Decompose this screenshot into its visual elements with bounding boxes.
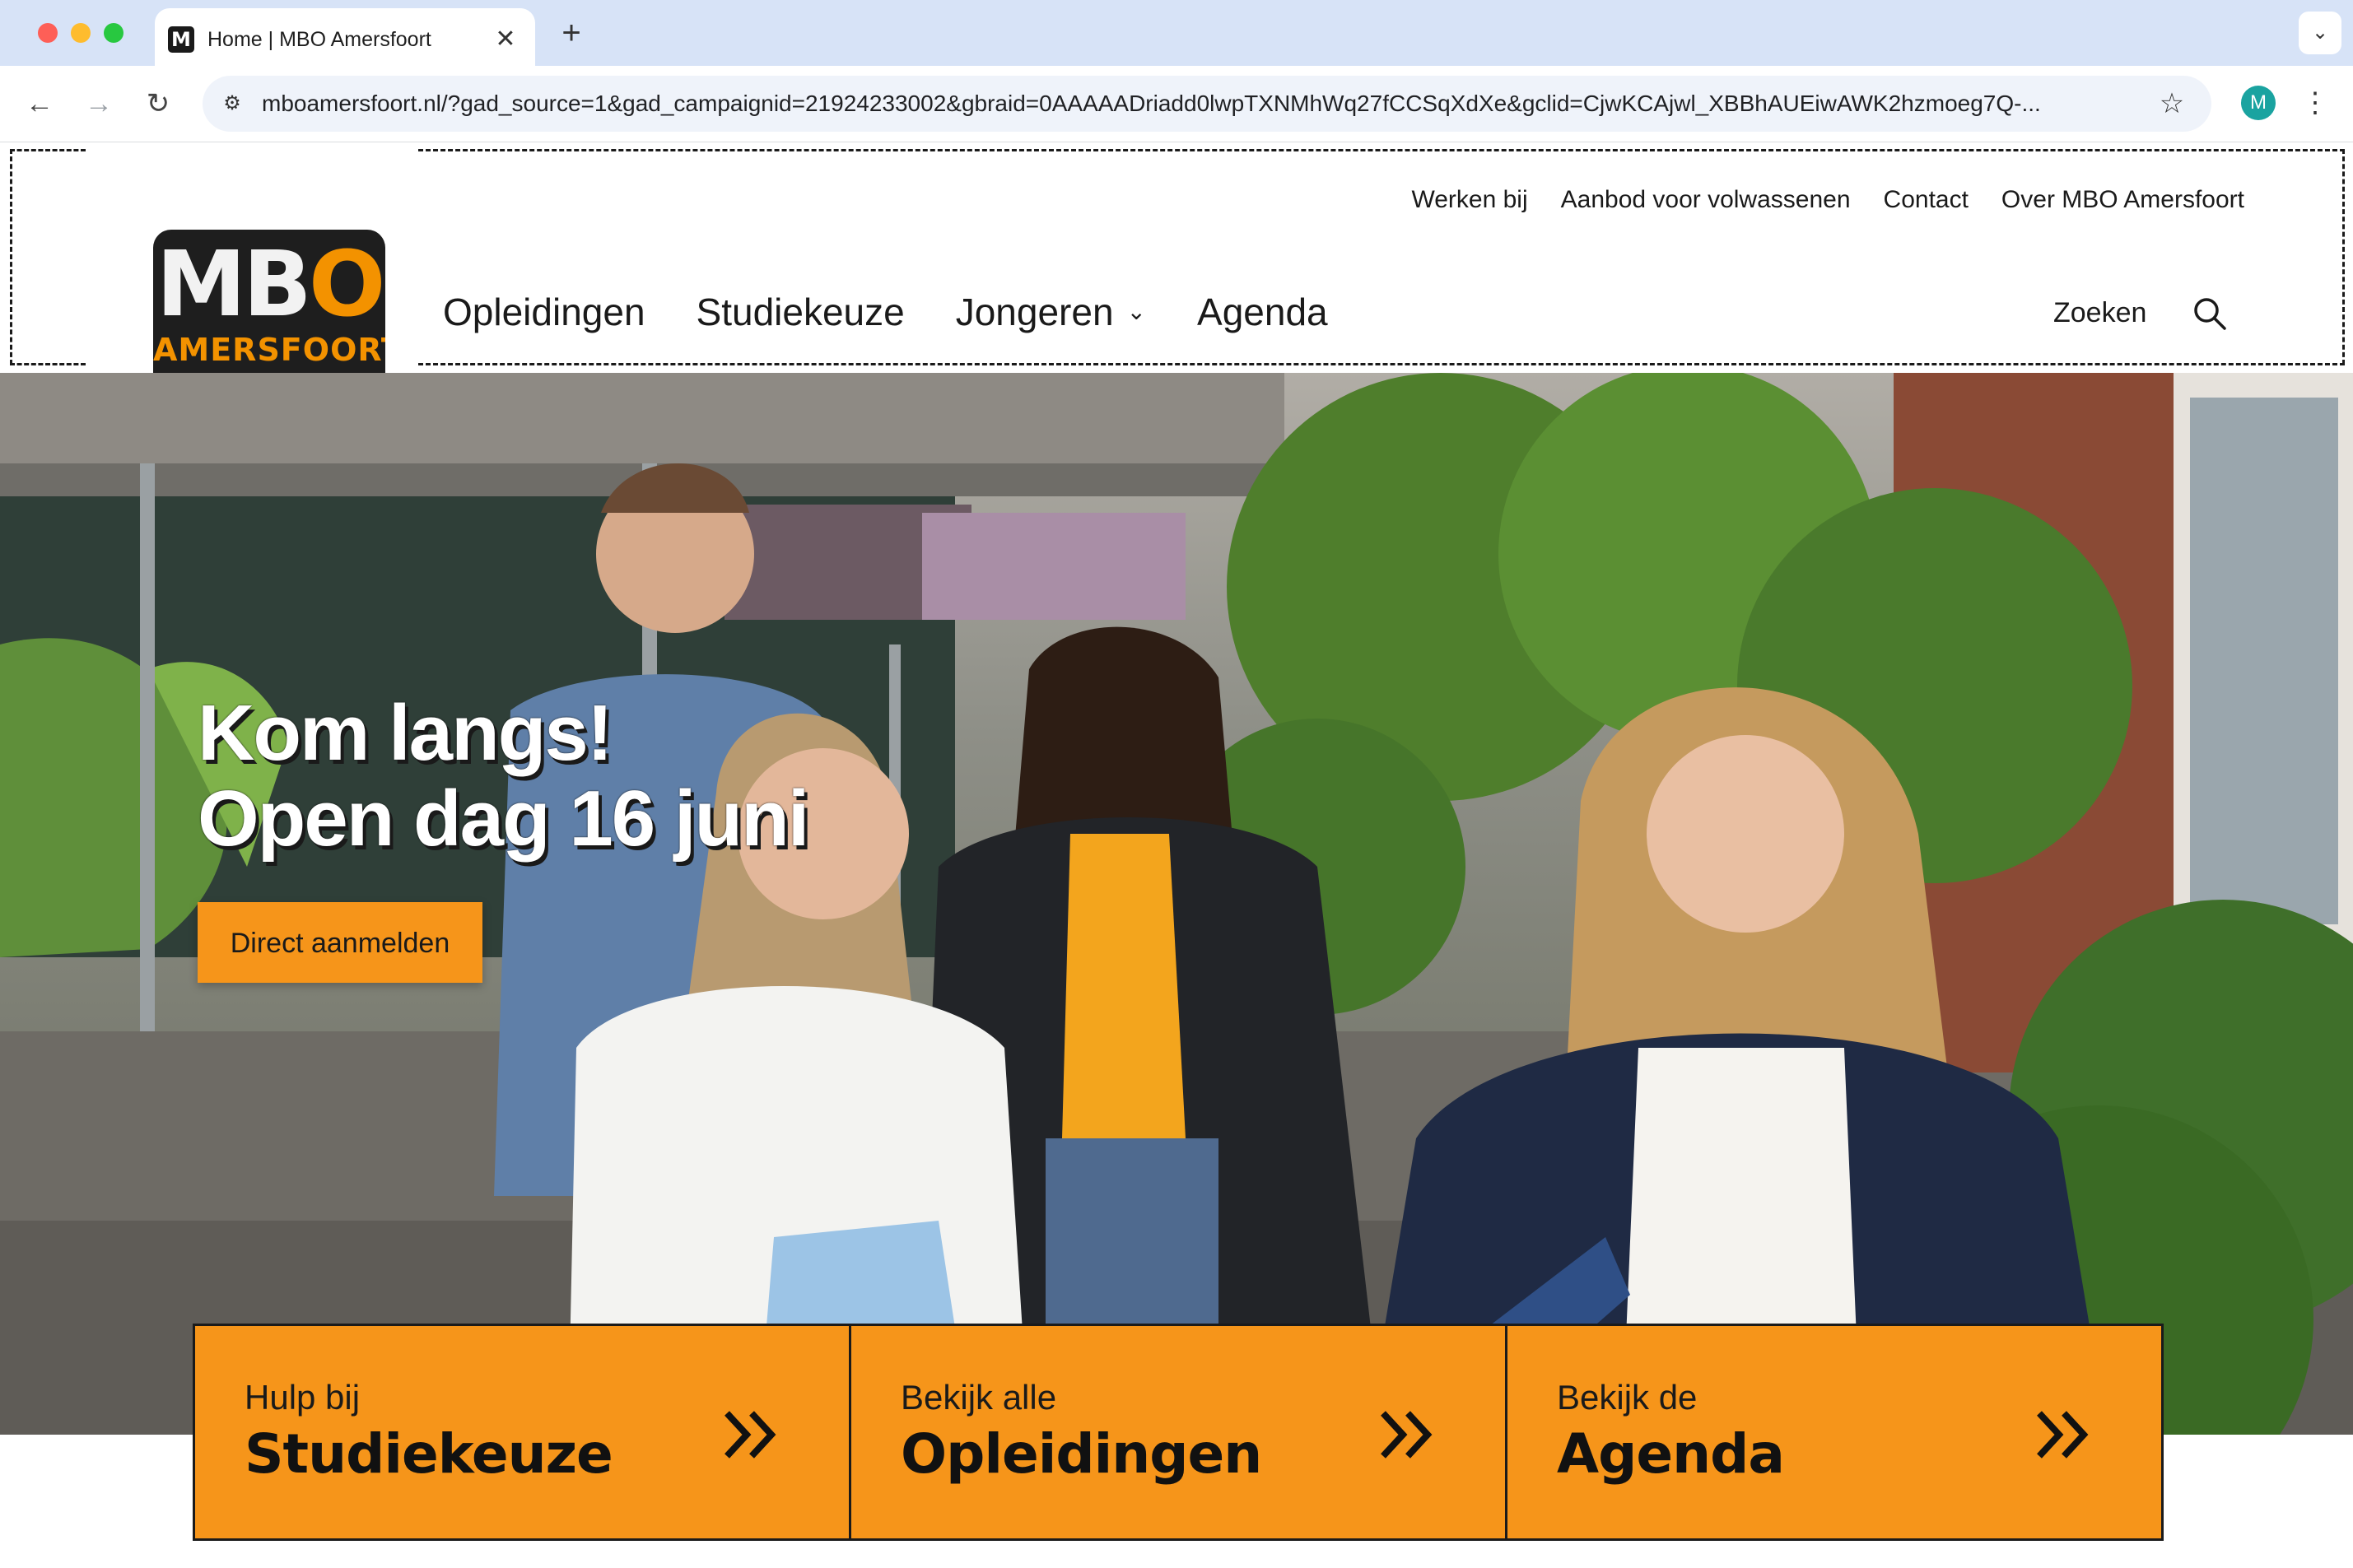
utility-nav: Werken bij Aanbod voor volwassenen Conta…: [1411, 182, 2244, 218]
tile-subtitle: Hulp bij: [245, 1378, 361, 1417]
tile-opleidingen[interactable]: Bekijk alle Opleidingen: [849, 1326, 1505, 1538]
tile-title: Agenda: [1557, 1422, 1785, 1486]
double-chevron-right-icon: [725, 1411, 776, 1459]
tile-title: Opleidingen: [901, 1422, 1262, 1486]
tile-subtitle: Bekijk alle: [901, 1378, 1057, 1417]
tab-search-button[interactable]: ⌄: [2299, 12, 2341, 54]
site-favicon-icon: M: [168, 26, 194, 53]
reload-icon[interactable]: ↻: [140, 86, 176, 122]
mbo-amersfoort-logo[interactable]: MBO AMERSFOORT: [153, 230, 385, 373]
forward-arrow-icon[interactable]: →: [81, 86, 117, 122]
focus-outline: [2342, 149, 2345, 365]
focus-outline: [10, 363, 86, 365]
tile-subtitle: Bekijk de: [1557, 1378, 1698, 1417]
util-link-over[interactable]: Over MBO Amersfoort: [2001, 182, 2244, 218]
nav-agenda[interactable]: Agenda: [1197, 287, 1328, 337]
minimize-window-button[interactable]: [71, 23, 91, 43]
tile-studiekeuze[interactable]: Hulp bij Studiekeuze: [195, 1326, 849, 1538]
hero-banner: Kom langs! Open dag 16 juni Direct aanme…: [0, 373, 2353, 1435]
util-link-contact[interactable]: Contact: [1884, 182, 1969, 218]
profile-avatar[interactable]: M: [2241, 86, 2276, 120]
site-header: MBO AMERSFOORT Werken bij Aanbod voor vo…: [0, 142, 2353, 373]
tile-agenda[interactable]: Bekijk de Agenda: [1505, 1326, 2161, 1538]
util-link-werken-bij[interactable]: Werken bij: [1411, 182, 1527, 218]
maximize-window-button[interactable]: [104, 23, 123, 43]
browser-tab-active[interactable]: M Home | MBO Amersfoort ✕: [155, 8, 535, 66]
back-arrow-icon[interactable]: ←: [21, 86, 58, 122]
chevron-down-icon: ⌄: [1126, 299, 1147, 324]
focus-outline: [418, 363, 2345, 365]
search-label[interactable]: Zoeken: [2053, 292, 2146, 333]
address-bar[interactable]: ⚙ mboamersfoort.nl/?gad_source=1&gad_cam…: [203, 76, 2211, 132]
double-chevron-right-icon: [1381, 1411, 1433, 1459]
site-settings-icon[interactable]: ⚙: [217, 89, 247, 119]
new-tab-button[interactable]: +: [553, 15, 589, 51]
logo-subtitle: AMERSFOORT: [153, 332, 385, 368]
browser-tab-strip: M Home | MBO Amersfoort ✕ + ⌄: [0, 0, 2353, 66]
hero-title-line-1: Kom langs!: [198, 689, 613, 777]
search-icon[interactable]: [2190, 294, 2230, 333]
focus-outline: [10, 149, 86, 151]
bookmark-star-icon[interactable]: ☆: [2155, 87, 2188, 120]
main-nav: Opleidingen Studiekeuze Jongeren ⌄ Agenda: [443, 287, 1379, 337]
browser-menu-icon[interactable]: ⋮: [2299, 82, 2332, 123]
nav-jongeren[interactable]: Jongeren ⌄: [956, 287, 1146, 337]
browser-toolbar: ← → ↻ ⚙ mboamersfoort.nl/?gad_source=1&g…: [0, 66, 2353, 142]
url-text[interactable]: mboamersfoort.nl/?gad_source=1&gad_campa…: [262, 91, 2098, 117]
focus-outline: [10, 149, 12, 365]
nav-opleidingen[interactable]: Opleidingen: [443, 287, 645, 337]
tab-close-icon[interactable]: ✕: [489, 23, 522, 56]
nav-studiekeuze[interactable]: Studiekeuze: [697, 287, 905, 337]
hero-title-line-2: Open dag 16 juni: [198, 775, 809, 863]
close-window-button[interactable]: [38, 23, 58, 43]
logo-wordmark: MBO: [156, 231, 385, 337]
util-link-volwassenen[interactable]: Aanbod voor volwassenen: [1561, 182, 1851, 218]
tab-title: Home | MBO Amersfoort: [207, 28, 431, 51]
tile-title: Studiekeuze: [245, 1422, 613, 1486]
hero-title: Kom langs! Open dag 16 juni: [198, 689, 809, 863]
double-chevron-right-icon: [2037, 1411, 2089, 1459]
focus-outline: [418, 149, 2345, 151]
quick-link-tiles: Hulp bij Studiekeuze Bekijk alle Opleidi…: [193, 1324, 2164, 1541]
direct-aanmelden-button[interactable]: Direct aanmelden: [198, 902, 482, 983]
